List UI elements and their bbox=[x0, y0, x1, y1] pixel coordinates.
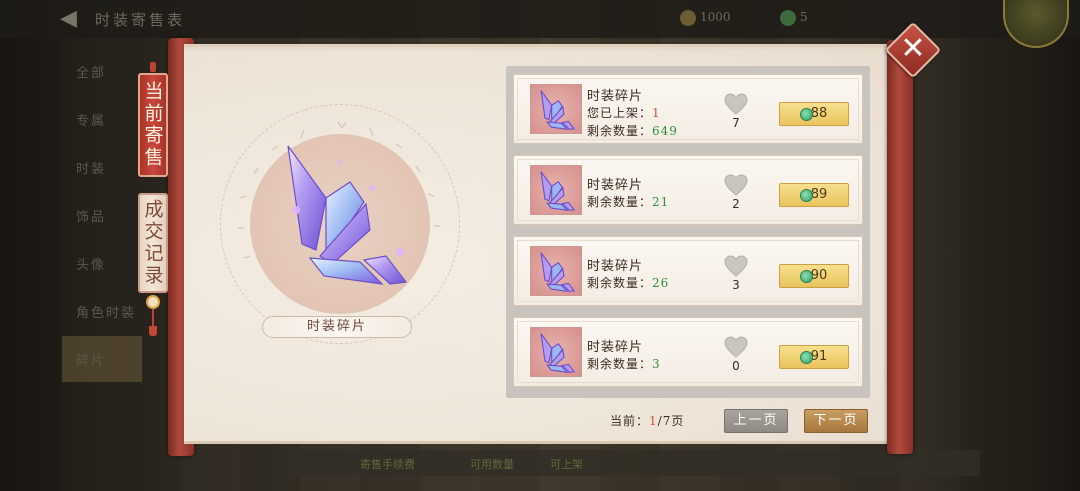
remaining-count: 剩余数量：26 bbox=[587, 274, 669, 291]
item-thumbnail bbox=[530, 327, 582, 377]
background-resource-2: 5 bbox=[800, 10, 808, 24]
jade-coin-icon bbox=[800, 351, 813, 364]
listing-card[interactable]: 时装碎片 剩余数量：21 2 89 bbox=[513, 155, 863, 225]
background-resource-1: 1000 bbox=[700, 10, 731, 24]
like-count: 7 bbox=[732, 116, 740, 130]
showcase-item-name: 时装碎片 bbox=[262, 316, 412, 338]
next-page-button[interactable]: 下一页 bbox=[804, 409, 868, 433]
tassel-knot-icon bbox=[146, 295, 160, 309]
listing-card[interactable]: 时装碎片 剩余数量：3 0 91 bbox=[513, 317, 863, 387]
buy-price-button[interactable]: 89 bbox=[779, 183, 849, 207]
remaining-label: 剩余数量： bbox=[587, 357, 653, 371]
crystal-wing-icon bbox=[540, 333, 576, 374]
item-thumbnail bbox=[530, 246, 582, 296]
like-count: 0 bbox=[732, 359, 740, 373]
crystal-wing-icon bbox=[540, 90, 576, 131]
jade-coin-icon bbox=[800, 108, 813, 121]
buy-price-button[interactable]: 90 bbox=[779, 264, 849, 288]
background-tab-fashion: 时装 bbox=[76, 162, 107, 177]
heart-icon[interactable] bbox=[724, 255, 748, 277]
listing-card[interactable]: 时装碎片 剩余数量：26 3 90 bbox=[513, 236, 863, 306]
listing-title: 时装碎片 bbox=[587, 89, 644, 104]
background-tab-exclusive: 专属 bbox=[76, 114, 107, 129]
background-tab-role-fashion: 角色时装 bbox=[76, 306, 137, 321]
listing-card[interactable]: 时装碎片 您已上架：1 剩余数量：649 7 88 bbox=[513, 74, 863, 144]
remaining-value: 3 bbox=[652, 357, 661, 371]
background-bottom-3: 可上架 bbox=[550, 458, 583, 471]
page-indicator: 当前：1/7页 bbox=[610, 412, 684, 429]
remaining-count: 剩余数量：649 bbox=[587, 122, 678, 139]
jade-coin-icon bbox=[800, 270, 813, 283]
crystal-wing-icon bbox=[540, 171, 576, 212]
panel-edge bbox=[184, 44, 896, 52]
remaining-count: 剩余数量：21 bbox=[587, 193, 669, 210]
remaining-count: 剩余数量：3 bbox=[587, 355, 661, 372]
remaining-value: 26 bbox=[652, 276, 670, 290]
like-count: 3 bbox=[732, 278, 740, 292]
back-arrow-icon: ◀ bbox=[60, 6, 77, 31]
background-tab-avatar: 头像 bbox=[76, 258, 107, 273]
remaining-label: 剩余数量： bbox=[587, 276, 653, 290]
remaining-label: 剩余数量： bbox=[587, 195, 653, 209]
heart-icon[interactable] bbox=[724, 336, 748, 358]
item-thumbnail bbox=[530, 165, 582, 215]
page-label: 当前： bbox=[610, 414, 650, 428]
close-icon[interactable]: ✕ bbox=[893, 30, 933, 70]
listing-title: 时装碎片 bbox=[587, 340, 644, 355]
background-bottom-1: 寄售手续费 bbox=[360, 458, 415, 471]
background-tab-accessory: 饰品 bbox=[76, 210, 107, 225]
price-value: 90 bbox=[810, 268, 828, 283]
heart-icon[interactable] bbox=[724, 93, 748, 115]
jade-coin-icon bbox=[780, 10, 796, 26]
crystal-wing-icon bbox=[540, 252, 576, 293]
current-page: 1 bbox=[649, 414, 658, 428]
background-title: 时装寄售表 bbox=[95, 11, 186, 29]
buy-price-button[interactable]: 91 bbox=[779, 345, 849, 369]
background-bottom-bar: 寄售手续费 可用数量 可上架 bbox=[280, 450, 980, 476]
tab-trade-record[interactable]: 成交记录 bbox=[138, 193, 168, 293]
jade-coin-icon bbox=[800, 189, 813, 202]
listing-title: 时装碎片 bbox=[587, 259, 644, 274]
background-tab-fragment: 碎片 bbox=[62, 336, 142, 382]
heart-icon[interactable] bbox=[724, 174, 748, 196]
price-value: 89 bbox=[810, 187, 828, 202]
tassel-end bbox=[149, 326, 157, 336]
total-pages: /7页 bbox=[657, 414, 685, 428]
listed-label: 您已上架： bbox=[587, 106, 653, 120]
background-tab-all: 全部 bbox=[76, 66, 107, 81]
buy-price-button[interactable]: 88 bbox=[779, 102, 849, 126]
listing-title: 时装碎片 bbox=[587, 178, 644, 193]
background-bottom-2: 可用数量 bbox=[470, 458, 514, 471]
tab-current-sale[interactable]: 当前寄售 bbox=[138, 73, 168, 177]
remaining-label: 剩余数量： bbox=[587, 124, 653, 138]
prev-page-button[interactable]: 上一页 bbox=[724, 409, 788, 433]
remaining-value: 21 bbox=[652, 195, 670, 209]
price-value: 88 bbox=[810, 106, 828, 121]
remaining-value: 649 bbox=[652, 124, 678, 138]
gold-coin-icon bbox=[680, 10, 696, 26]
listed-value: 1 bbox=[652, 106, 661, 120]
price-value: 91 bbox=[810, 349, 828, 364]
like-count: 2 bbox=[732, 197, 740, 211]
tab-hanger bbox=[150, 62, 156, 72]
item-thumbnail bbox=[530, 84, 582, 134]
listed-count: 您已上架：1 bbox=[587, 104, 661, 121]
crystal-wing-icon bbox=[287, 145, 408, 285]
scroll-rod-right bbox=[887, 40, 913, 454]
